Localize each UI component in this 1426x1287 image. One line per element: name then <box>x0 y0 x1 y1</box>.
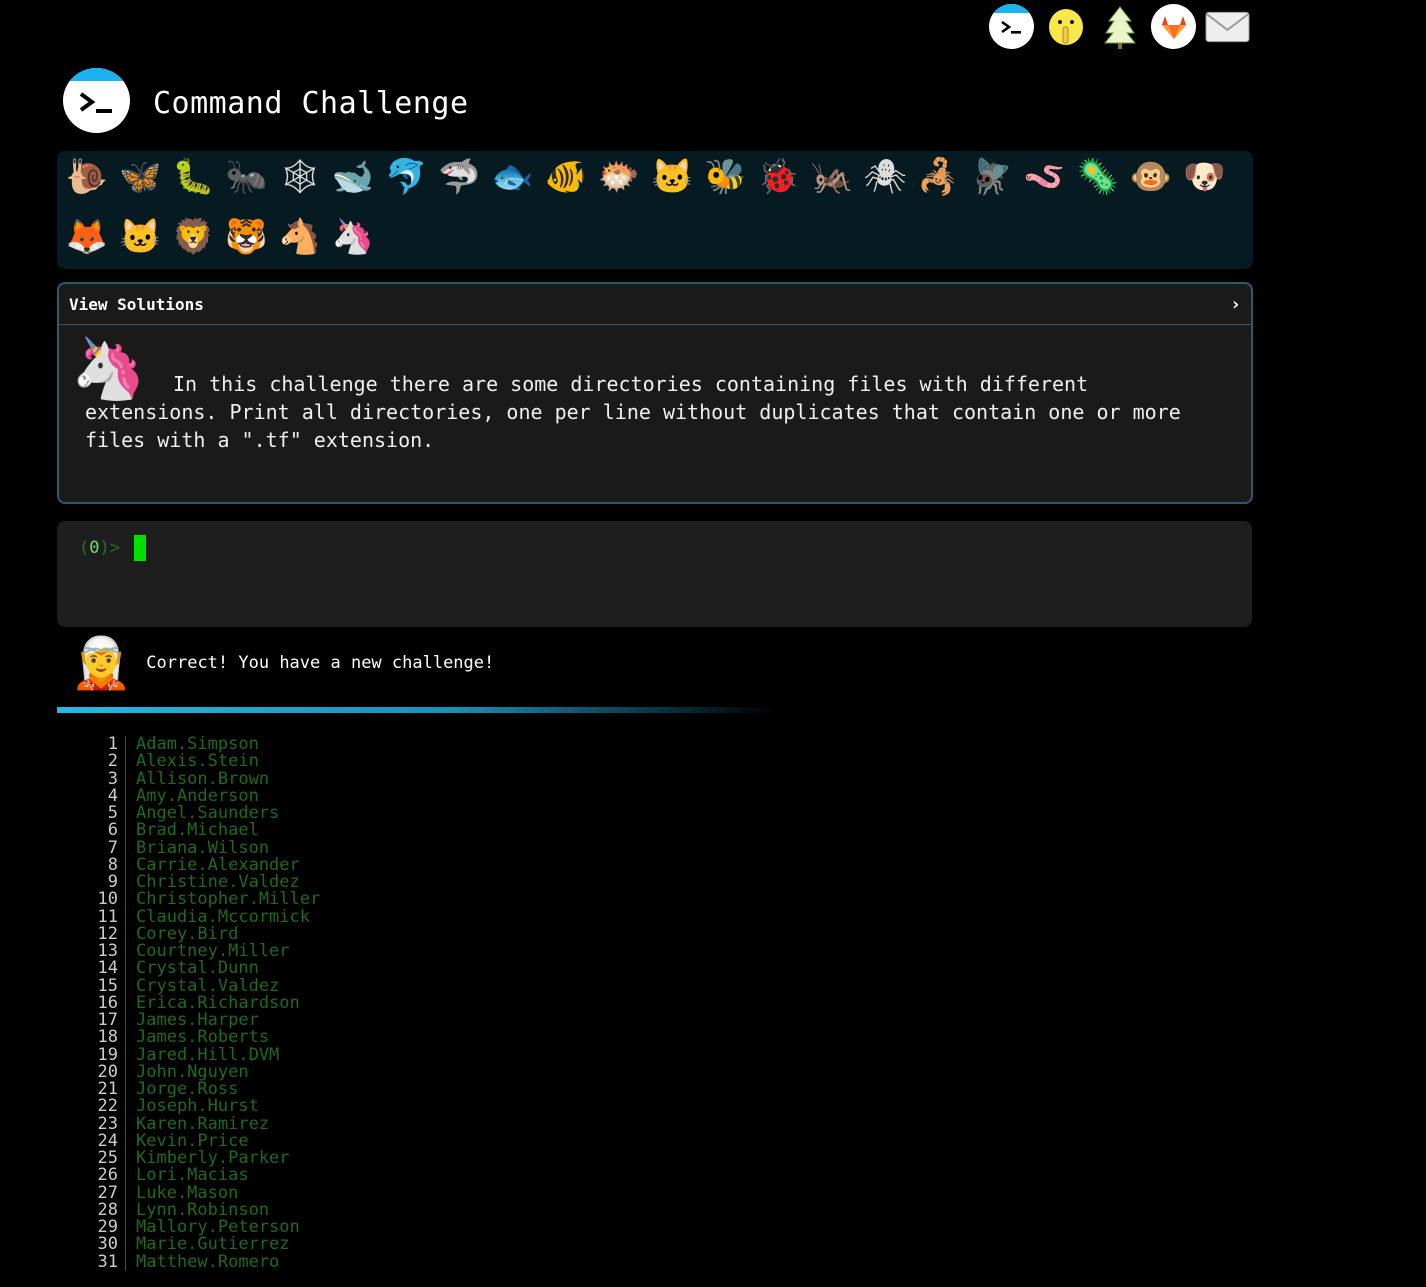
mail-icon[interactable] <box>1205 4 1250 49</box>
terminal-input[interactable]: (0)> <box>57 521 1252 627</box>
caterpillar-icon[interactable]: 🐛 <box>171 155 215 199</box>
bee-icon[interactable]: 🐝 <box>703 155 747 199</box>
line-number: 26 <box>90 1166 126 1185</box>
output-value: Marie.Gutierrez <box>136 1234 290 1255</box>
dog-face-icon[interactable]: 🐶 <box>1182 155 1226 199</box>
output-line: 26 Lori.Macias <box>90 1165 320 1186</box>
output-value: Matthew.Romero <box>136 1251 280 1272</box>
challenge-description: In this challenge there are some directo… <box>85 372 1181 452</box>
command-output: 1 Adam.Simpson 2 Alexis.Stein 3 Allison.Brown… <box>90 735 321 1272</box>
cat-face-2-icon[interactable]: 🐱 <box>118 215 162 259</box>
scorpion-icon[interactable]: 🦂 <box>916 155 960 199</box>
line-number: 6 <box>90 821 126 840</box>
top-nav <box>989 4 1250 49</box>
output-value: James.Roberts <box>136 1027 270 1048</box>
view-solutions-label: View Solutions <box>69 294 204 314</box>
prompt-open: ( <box>79 538 90 558</box>
output-value: Joseph.Hurst <box>136 1096 259 1117</box>
prompt-count: 0 <box>89 538 100 558</box>
cricket-icon[interactable]: 🦗 <box>810 155 854 199</box>
line-number: 30 <box>90 1235 126 1254</box>
site-logo-icon[interactable] <box>63 68 130 133</box>
tiger-face-icon[interactable]: 🐯 <box>225 215 269 259</box>
terminal-home-icon[interactable] <box>989 4 1034 49</box>
prompt-close: )> <box>99 538 120 558</box>
snail-icon[interactable]: 🐌 <box>65 155 109 199</box>
microbe-icon[interactable]: 🦠 <box>1076 155 1120 199</box>
terminal-cursor <box>134 535 146 561</box>
worm-icon[interactable]: 🪱 <box>1023 155 1067 199</box>
output-line: 18 James.Roberts <box>90 1027 320 1048</box>
line-number: 2 <box>90 752 126 771</box>
line-number: 31 <box>90 1253 126 1271</box>
output-line: 30 Marie.Gutierrez <box>90 1234 320 1255</box>
ladybug-icon[interactable]: 🐞 <box>757 155 801 199</box>
monkey-face-icon[interactable]: 🐵 <box>1129 155 1173 199</box>
tropical-fish-icon[interactable]: 🐠 <box>544 155 588 199</box>
output-line: 2 Alexis.Stein <box>90 751 320 772</box>
output-value: Alexis.Stein <box>136 751 259 772</box>
output-line: 31 Matthew.Romero <box>90 1251 320 1272</box>
output-line: 14 Crystal.Dunn <box>90 958 320 979</box>
blowfish-icon[interactable]: 🐡 <box>597 155 641 199</box>
status-message: 🧝 Correct! You have a new challenge! <box>70 638 494 688</box>
lion-face-icon[interactable]: 🦁 <box>171 215 215 259</box>
tree-icon[interactable] <box>1097 4 1142 49</box>
butterfly-icon[interactable]: 🦋 <box>118 155 162 199</box>
chevron-right-icon: › <box>1230 293 1241 315</box>
gitlab-icon[interactable] <box>1151 4 1196 49</box>
ant-icon[interactable]: 🐜 <box>225 155 269 199</box>
elf-icon: 🧝 <box>70 634 133 692</box>
spider-web-icon[interactable]: 🕸 <box>278 155 322 199</box>
output-line: 6 Brad.Michael <box>90 820 320 841</box>
view-solutions-toggle[interactable]: View Solutions › <box>59 284 1251 325</box>
output-value: Crystal.Dunn <box>136 958 259 979</box>
prompt: (0)> <box>79 538 120 558</box>
site-title: Command Challenge <box>153 86 469 121</box>
progress-bar <box>57 707 777 713</box>
fox-face-icon[interactable]: 🦊 <box>65 215 109 259</box>
status-text: Correct! You have a new challenge! <box>146 653 495 673</box>
line-number: 10 <box>90 890 126 909</box>
output-line: 22 Joseph.Hurst <box>90 1096 320 1117</box>
dolphin-icon[interactable]: 🐬 <box>384 155 428 199</box>
fish-icon[interactable]: 🐟 <box>491 155 535 199</box>
level-picker: 🐌 🦋 🐛 🐜 🕸 🐋 🐬 🦈 🐟 🐠 🐡 🐱 🐝 🐞 🦗 🕷 🦂 🪰 🪱 🦠 🐵 🐶 🦊 🐱 🦁 🐯 🐴 🦄 <box>57 151 1253 269</box>
line-number: 14 <box>90 959 126 978</box>
spider-icon[interactable]: 🕷 <box>863 155 907 199</box>
whale-icon[interactable]: 🐋 <box>331 155 375 199</box>
unicorn-face-icon[interactable]: 🦄 <box>331 215 375 259</box>
output-value: Brad.Michael <box>136 820 259 841</box>
output-value: Christopher.Miller <box>136 889 321 910</box>
shark-icon[interactable]: 🦈 <box>437 155 481 199</box>
line-number: 22 <box>90 1097 126 1116</box>
cat-face-icon[interactable]: 🐱 <box>650 155 694 199</box>
output-line: 10 Christopher.Miller <box>90 889 321 910</box>
shushing-face-icon[interactable] <box>1043 4 1088 49</box>
solutions-panel: View Solutions › 🦄 In this challenge the… <box>57 282 1253 504</box>
horse-face-icon[interactable]: 🐴 <box>278 215 322 259</box>
fly-icon[interactable]: 🪰 <box>969 155 1013 199</box>
output-value: Lori.Macias <box>136 1165 249 1186</box>
line-number: 18 <box>90 1028 126 1047</box>
